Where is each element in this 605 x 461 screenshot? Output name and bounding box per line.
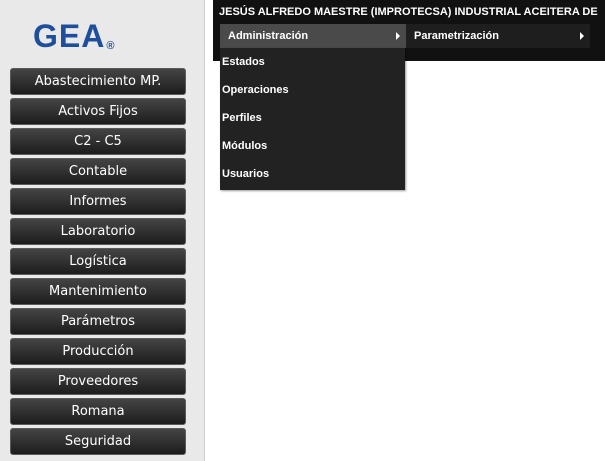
dropdown-item-operaciones[interactable]: Operaciones	[220, 76, 405, 104]
submenu-arrow-icon	[580, 32, 584, 40]
dropdown-item-modulos[interactable]: Módulos	[220, 132, 405, 160]
dropdown-item-usuarios[interactable]: Usuarios	[220, 160, 405, 188]
registered-mark: ®	[106, 40, 116, 52]
menu-administracion[interactable]: Administración	[220, 24, 406, 48]
side-menu-produccion[interactable]: Producción	[10, 338, 186, 365]
side-menu-contable[interactable]: Contable	[10, 158, 186, 185]
logo-text: GEA	[33, 18, 106, 54]
side-menu-seguridad[interactable]: Seguridad	[10, 428, 186, 455]
side-menu-informes[interactable]: Informes	[10, 188, 186, 215]
left-panel: GEA® Abastecimiento MP. Activos Fijos C2…	[0, 0, 205, 461]
side-menu-c2-c5[interactable]: C2 - C5	[10, 128, 186, 155]
side-menu-romana[interactable]: Romana	[10, 398, 186, 425]
side-menu-abastecimiento[interactable]: Abastecimiento MP.	[10, 68, 186, 95]
user-company-header: JESÚS ALFREDO MAESTRE (IMPROTECSA) INDUS…	[219, 6, 598, 18]
side-menu: Abastecimiento MP. Activos Fijos C2 - C5…	[10, 68, 186, 458]
menu-parametrizacion-label: Parametrización	[414, 30, 499, 42]
side-menu-parametros[interactable]: Parámetros	[10, 308, 186, 335]
side-menu-logistica[interactable]: Logística	[10, 248, 186, 275]
gea-logo[interactable]: GEA®	[33, 18, 115, 55]
dropdown-item-perfiles[interactable]: Perfiles	[220, 104, 405, 132]
side-menu-laboratorio[interactable]: Laboratorio	[10, 218, 186, 245]
side-menu-proveedores[interactable]: Proveedores	[10, 368, 186, 395]
menu-administracion-label: Administración	[228, 30, 309, 42]
side-menu-mantenimiento[interactable]: Mantenimiento	[10, 278, 186, 305]
submenu-arrow-icon	[396, 32, 400, 40]
dropdown-item-estados[interactable]: Estados	[220, 48, 405, 76]
menu-parametrizacion[interactable]: Parametrización	[406, 24, 590, 48]
side-menu-activos-fijos[interactable]: Activos Fijos	[10, 98, 186, 125]
administracion-dropdown: Estados Operaciones Perfiles Módulos Usu…	[220, 48, 405, 190]
